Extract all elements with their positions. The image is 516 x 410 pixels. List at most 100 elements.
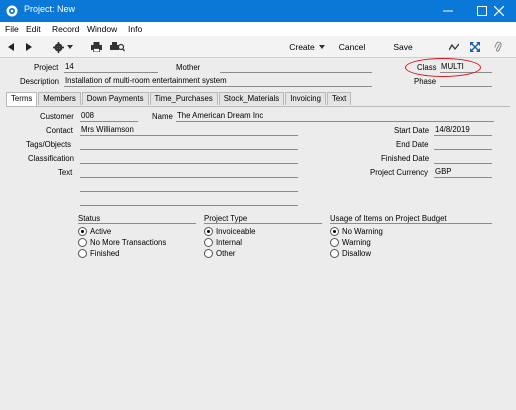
usage-warning-radio[interactable]: Warning [330,238,371,247]
type-other-label: Other [216,249,236,258]
name-field[interactable]: The American Dream Inc [176,111,494,122]
radio-unselected-icon [330,238,339,247]
arrow-right-icon [26,43,32,51]
project-type-group-title: Project Type [204,214,248,223]
menu-window[interactable]: Window [87,24,117,34]
text-field-line-2[interactable] [80,181,298,192]
tab-bar: Terms Members Down Payments Time_Purchas… [6,92,352,106]
chevron-down-icon [318,45,325,49]
project-type-group-divider [204,223,322,224]
app-icon [6,5,18,17]
radio-unselected-icon [78,249,87,258]
print-preview-icon [109,42,125,52]
paperclip-icon [494,41,502,52]
operations-menu-button[interactable] [52,40,74,54]
tags-objects-field[interactable] [80,139,298,150]
status-finished-label: Finished [90,249,120,258]
project-field[interactable]: 14 [64,62,158,73]
radio-selected-icon [204,227,213,236]
contact-label: Contact [46,126,73,135]
tab-terms[interactable]: Terms [6,92,38,106]
radio-unselected-icon [204,249,213,258]
terms-panel: Customer 008 Name The American Dream Inc… [6,106,510,406]
create-button[interactable]: Create [287,40,327,54]
description-field[interactable]: Installation of multi-room entertainment… [64,76,372,87]
attachment-button[interactable] [492,40,504,54]
save-button-label: Save [393,42,413,52]
menu-info[interactable]: Info [128,24,142,34]
tab-invoicing[interactable]: Invoicing [285,92,326,105]
radio-unselected-icon [204,238,213,247]
usage-group-title: Usage of Items on Project Budget [330,214,447,223]
contact-field[interactable]: Mrs Williamson [80,125,298,136]
tab-text[interactable]: Text [326,92,352,105]
end-date-field[interactable] [434,139,492,150]
usage-no-warning-label: No Warning [342,227,383,236]
tab-time-purchases[interactable]: Time_Purchases [149,92,218,105]
mother-field[interactable] [220,62,372,73]
tab-stock-materials[interactable]: Stock_Materials [218,92,285,105]
end-date-label: End Date [396,140,429,149]
arrow-left-icon [8,43,14,51]
record-form: Project 14 Mother Class MULTI Descriptio… [0,58,516,410]
close-icon [494,6,504,16]
text-field-line-3[interactable] [80,195,298,206]
toolbar: Create Cancel Save [0,36,516,58]
usage-no-warning-radio[interactable]: No Warning [330,227,383,236]
menu-record[interactable]: Record [52,24,79,34]
name-label: Name [152,112,173,121]
previous-record-button[interactable] [6,40,16,54]
tab-members[interactable]: Members [38,92,81,105]
status-no-more-transactions-label: No More Transactions [90,238,167,247]
phase-field[interactable] [440,76,492,87]
radio-selected-icon [330,227,339,236]
radio-selected-icon [78,227,87,236]
title-bar: Project: New [0,0,516,22]
print-preview-button[interactable] [109,40,125,54]
print-button[interactable] [90,40,102,54]
activity-button[interactable] [448,40,460,54]
text-field[interactable] [80,167,298,178]
activity-icon [449,43,459,50]
status-finished-radio[interactable]: Finished [78,249,119,258]
phase-label: Phase [414,77,437,86]
cancel-button[interactable]: Cancel [338,40,366,54]
type-internal-label: Internal [216,238,243,247]
type-other-radio[interactable]: Other [204,249,236,258]
usage-disallow-label: Disallow [342,249,372,258]
menu-file[interactable]: File [5,24,19,34]
highlight-oval [405,58,481,77]
finished-date-field[interactable] [434,153,492,164]
menu-bar: File Edit Record Window Info [0,22,516,36]
tab-down-payments[interactable]: Down Payments [81,92,149,105]
status-active-radio[interactable]: Active [78,227,111,236]
start-date-label: Start Date [394,126,430,135]
window-title: Project: New [24,4,76,14]
close-button[interactable] [482,0,516,22]
next-record-button[interactable] [24,40,34,54]
type-internal-radio[interactable]: Internal [204,238,242,247]
project-currency-field[interactable]: GBP [434,167,492,178]
radio-unselected-icon [78,238,87,247]
minimize-button[interactable] [431,0,465,22]
mother-label: Mother [176,63,201,72]
expand-button[interactable] [469,40,481,54]
radio-unselected-icon [330,249,339,258]
usage-group-divider [330,223,492,224]
type-invoiceable-radio[interactable]: Invoiceable [204,227,255,236]
create-button-label: Create [289,42,315,52]
start-date-field[interactable]: 14/8/2019 [434,125,492,136]
chevron-down-icon [67,45,73,49]
customer-field[interactable]: 008 [80,111,138,122]
status-active-label: Active [90,227,112,236]
classification-field[interactable] [80,153,298,164]
tags-objects-label: Tags/Objects [26,140,72,149]
expand-icon [470,42,480,52]
menu-edit[interactable]: Edit [26,24,41,34]
customer-label: Customer [40,112,74,121]
save-button[interactable]: Save [392,40,414,54]
usage-disallow-radio[interactable]: Disallow [330,249,371,258]
text-label: Text [58,168,73,177]
status-no-more-transactions-radio[interactable]: No More Transactions [78,238,166,247]
finished-date-label: Finished Date [381,154,430,163]
